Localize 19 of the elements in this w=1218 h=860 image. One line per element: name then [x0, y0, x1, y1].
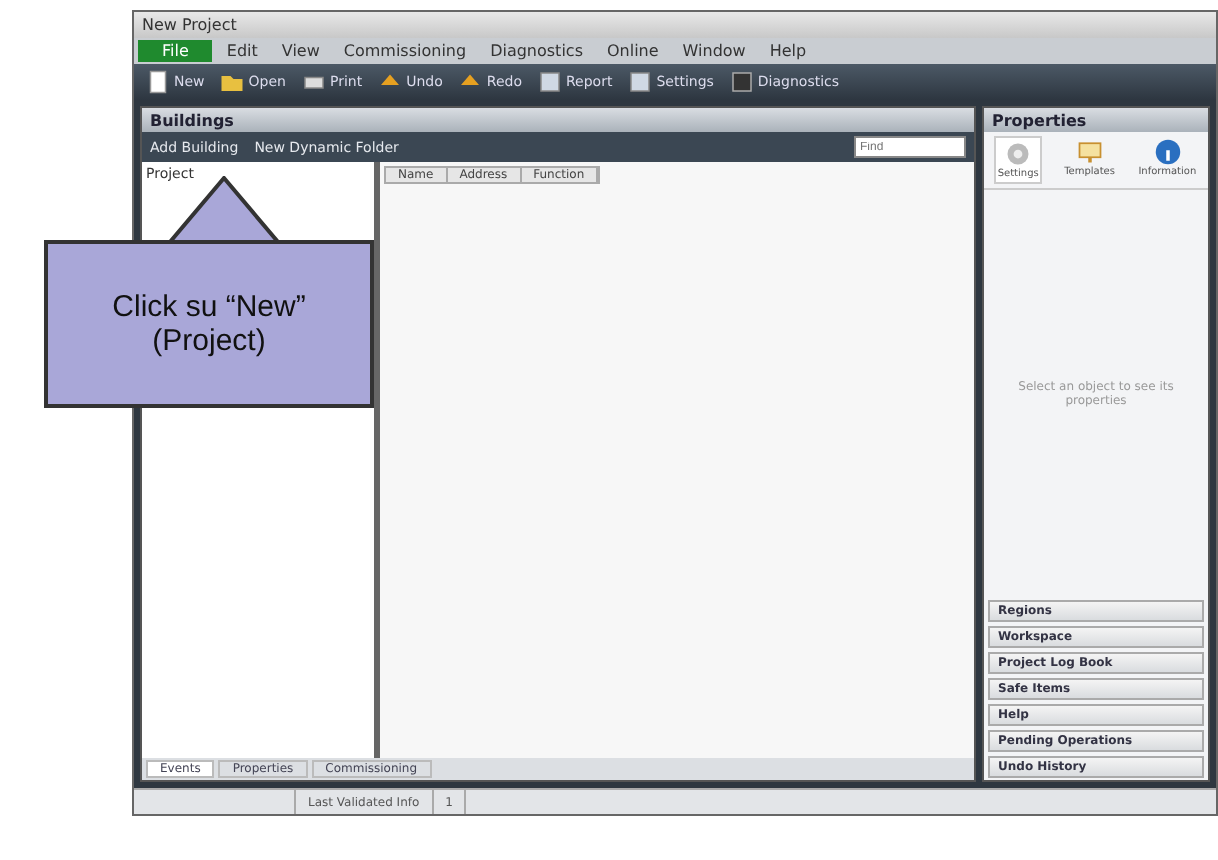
menu-item[interactable]: Help	[759, 40, 817, 62]
window-icon	[729, 70, 754, 94]
pane-title: Buildings	[142, 108, 974, 132]
menu-item[interactable]: Window	[672, 40, 756, 62]
info-icon	[1153, 138, 1182, 166]
menu-item[interactable]: Edit	[216, 40, 268, 62]
menu-item[interactable]: Commissioning	[333, 40, 477, 62]
menu-item[interactable]: View	[271, 40, 330, 62]
window-title: New Project	[142, 16, 237, 34]
settings-icon	[1004, 140, 1033, 168]
menu-item[interactable]: File	[138, 40, 213, 62]
monitor-icon	[1075, 138, 1104, 166]
window-icon	[537, 70, 562, 94]
folder-icon	[220, 70, 245, 94]
page-icon	[146, 70, 170, 94]
pane-title: Properties	[984, 108, 1208, 132]
menu-item[interactable]: Online	[596, 40, 669, 62]
window-icon	[628, 70, 653, 94]
menu-item[interactable]: Diagnostics	[480, 40, 593, 62]
